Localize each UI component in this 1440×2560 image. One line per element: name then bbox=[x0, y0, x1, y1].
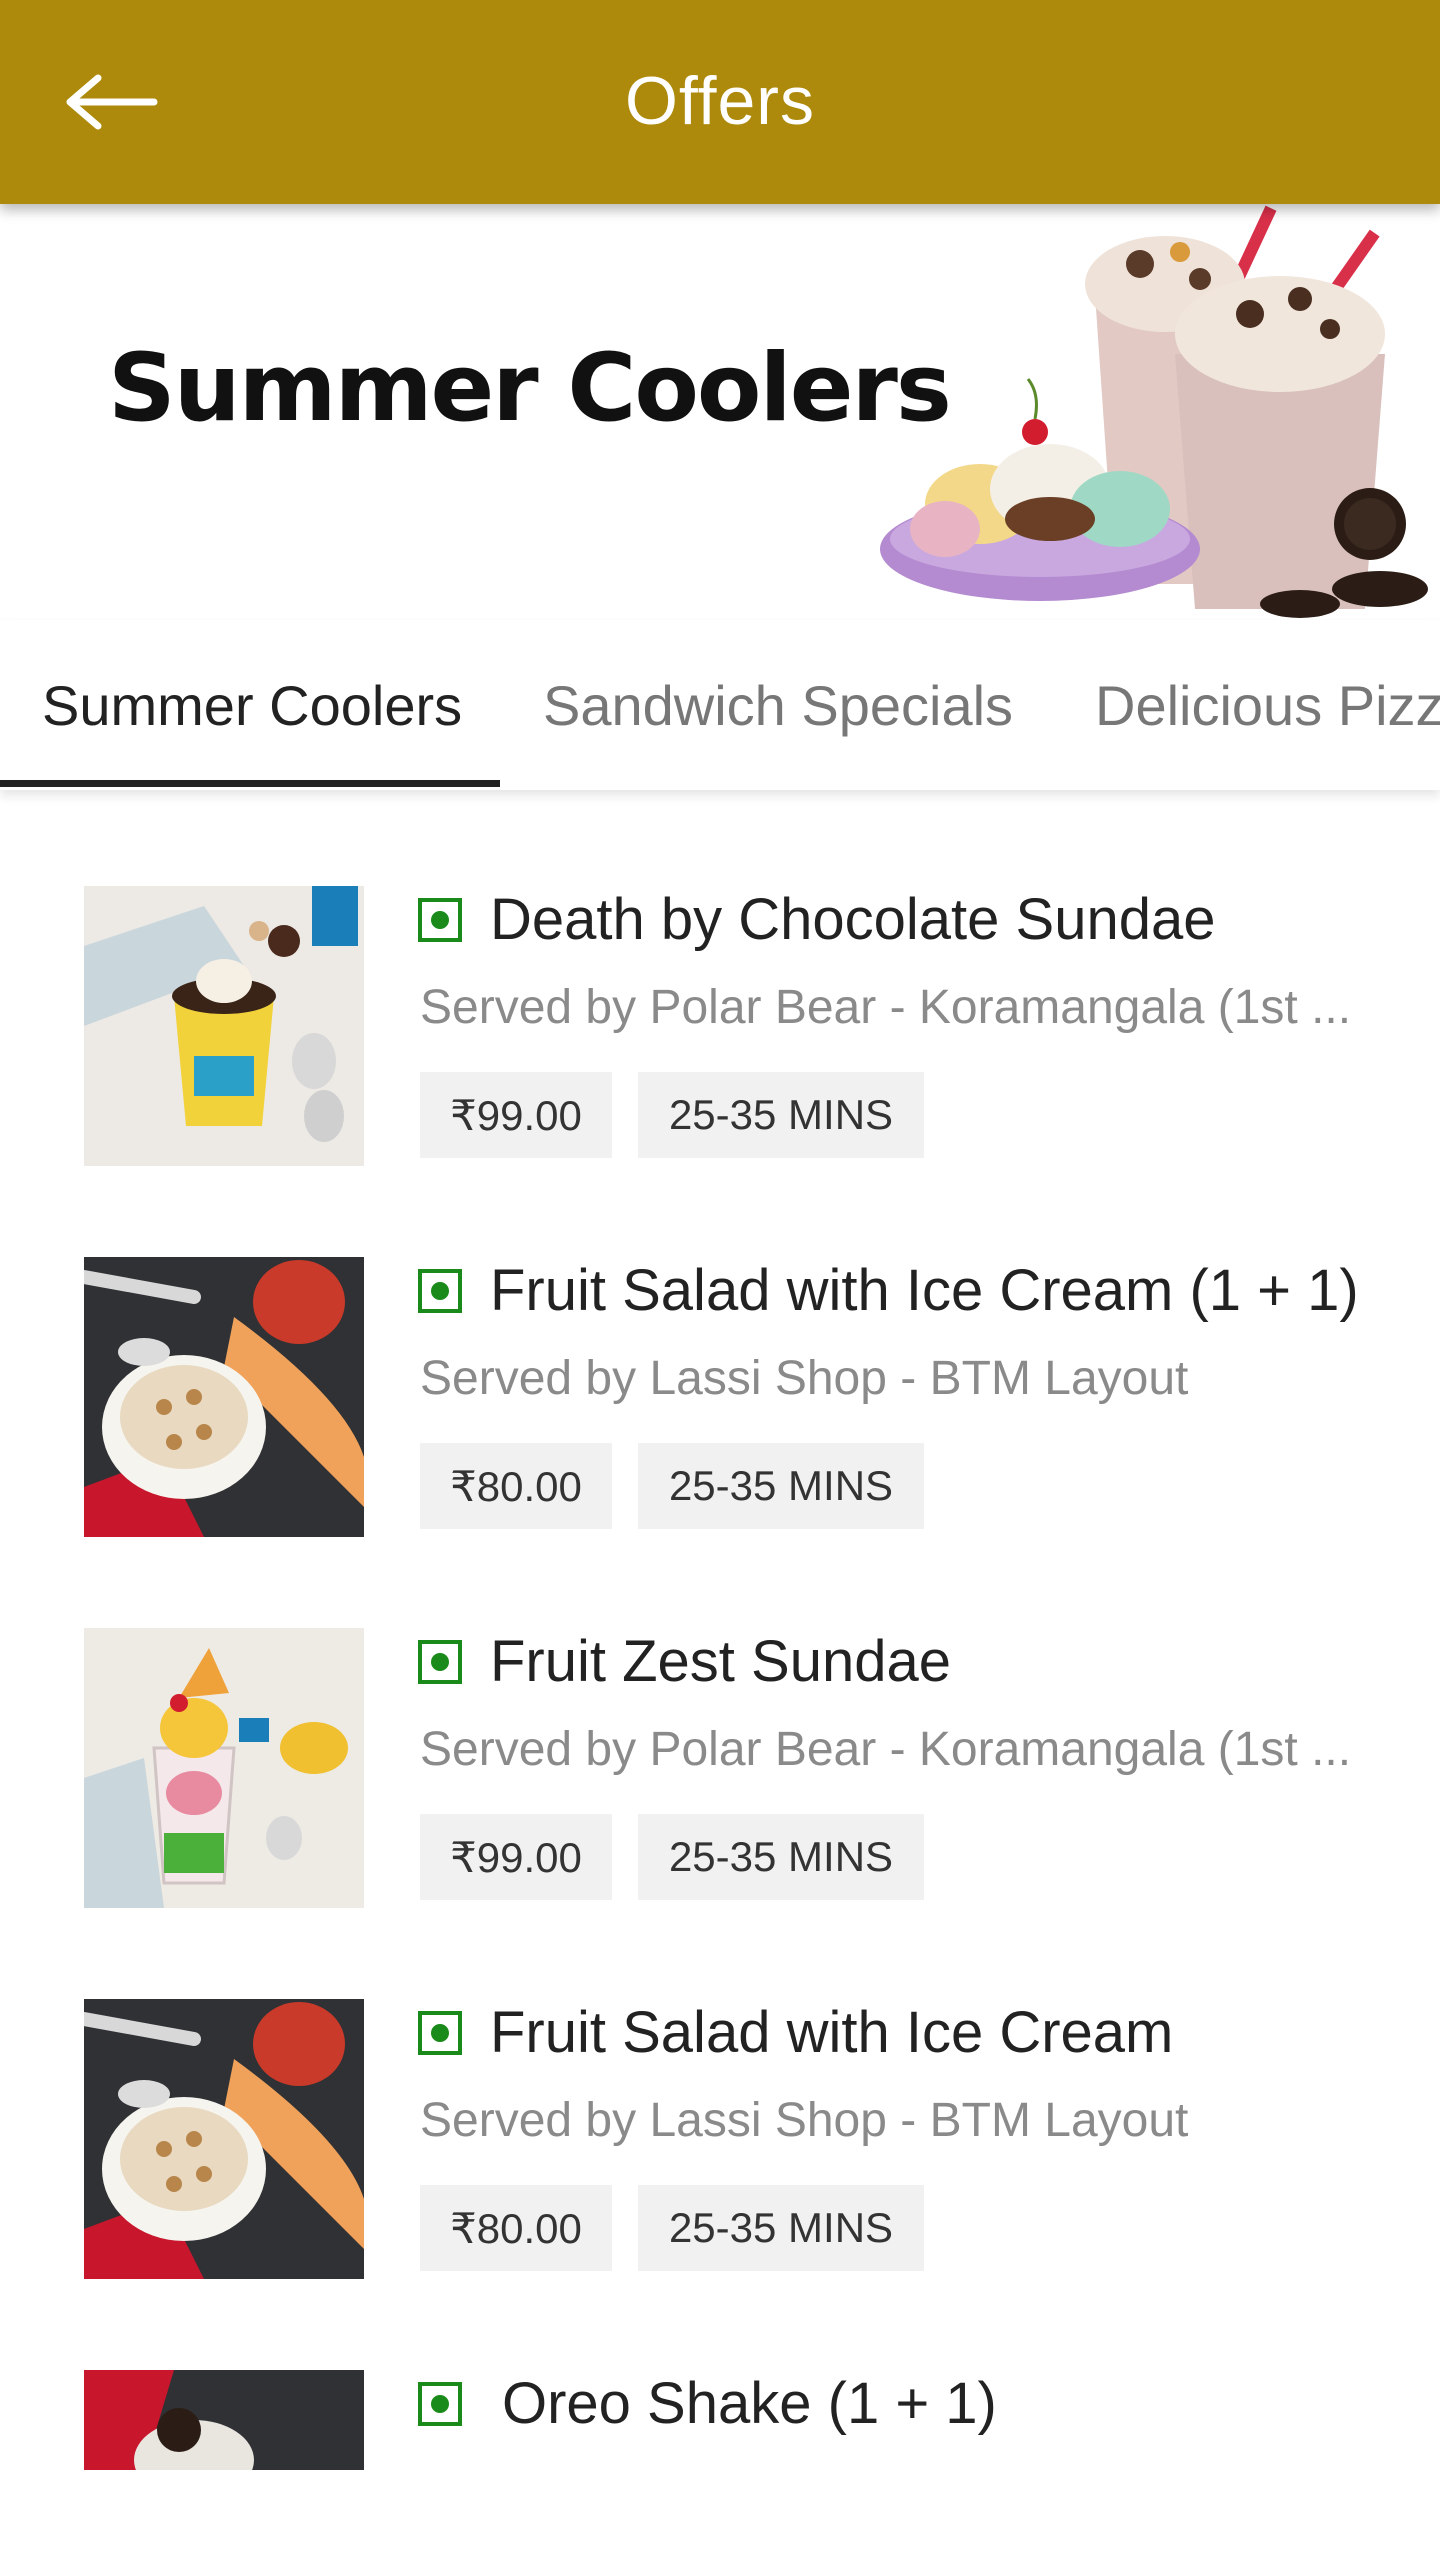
delivery-time-badge: 25-35 MINS bbox=[638, 2185, 924, 2271]
list-item[interactable]: Fruit Salad with Ice Cream Served by Las… bbox=[0, 1903, 1440, 2279]
item-restaurant: Served by Polar Bear - Koramangala (1st … bbox=[420, 981, 1352, 1034]
app-bar: Offers bbox=[0, 0, 1440, 204]
item-name: Fruit Zest Sundae bbox=[490, 1629, 951, 1694]
item-image bbox=[84, 1257, 364, 1537]
price-badge: ₹99.00 bbox=[420, 1072, 612, 1158]
item-restaurant: Served by Lassi Shop - BTM Layout bbox=[420, 2094, 1189, 2147]
veg-indicator-icon bbox=[418, 2382, 462, 2426]
tab-summer-coolers[interactable]: Summer Coolers bbox=[42, 620, 462, 790]
tab-delicious-pizza[interactable]: Delicious Pizz bbox=[1095, 620, 1440, 790]
item-image bbox=[84, 1999, 364, 2279]
price-badge: ₹99.00 bbox=[420, 1814, 612, 1900]
active-tab-indicator bbox=[0, 780, 500, 787]
list-item[interactable]: Oreo Shake (1 + 1) bbox=[0, 2274, 1440, 2470]
item-image bbox=[84, 886, 364, 1166]
veg-indicator-icon bbox=[418, 1640, 462, 1684]
dessert-banner-illustration bbox=[880, 205, 1428, 618]
item-image bbox=[84, 2370, 364, 2470]
delivery-time-badge: 25-35 MINS bbox=[638, 1814, 924, 1900]
delivery-time-badge: 25-35 MINS bbox=[638, 1443, 924, 1529]
list-item[interactable]: Fruit Zest Sundae Served by Polar Bear -… bbox=[0, 1532, 1440, 1908]
page-title: Offers bbox=[625, 63, 815, 139]
item-restaurant: Served by Lassi Shop - BTM Layout bbox=[420, 1352, 1189, 1405]
item-restaurant: Served by Polar Bear - Koramangala (1st … bbox=[420, 1723, 1352, 1776]
list-item[interactable]: Death by Chocolate Sundae Served by Pola… bbox=[0, 790, 1440, 1166]
item-image bbox=[84, 1628, 364, 1908]
banner-title: Summer Coolers bbox=[108, 334, 952, 443]
offer-banner[interactable]: Summer Coolers bbox=[0, 204, 1440, 620]
category-tabs: Summer Coolers Sandwich Specials Delicio… bbox=[0, 620, 1440, 790]
veg-indicator-icon bbox=[418, 898, 462, 942]
offer-item-list[interactable]: Death by Chocolate Sundae Served by Pola… bbox=[0, 790, 1440, 2470]
price-badge: ₹80.00 bbox=[420, 2185, 612, 2271]
item-name: Death by Chocolate Sundae bbox=[490, 887, 1216, 952]
list-item[interactable]: Fruit Salad with Ice Cream (1 + 1) Serve… bbox=[0, 1161, 1440, 1537]
price-badge: ₹80.00 bbox=[420, 1443, 612, 1529]
delivery-time-badge: 25-35 MINS bbox=[638, 1072, 924, 1158]
veg-indicator-icon bbox=[418, 2011, 462, 2055]
tab-sandwich-specials[interactable]: Sandwich Specials bbox=[543, 620, 1013, 790]
item-name: Oreo Shake (1 + 1) bbox=[502, 2371, 997, 2436]
item-name: Fruit Salad with Ice Cream (1 + 1) bbox=[490, 1258, 1359, 1323]
veg-indicator-icon bbox=[418, 1269, 462, 1313]
item-name: Fruit Salad with Ice Cream bbox=[490, 2000, 1174, 2065]
